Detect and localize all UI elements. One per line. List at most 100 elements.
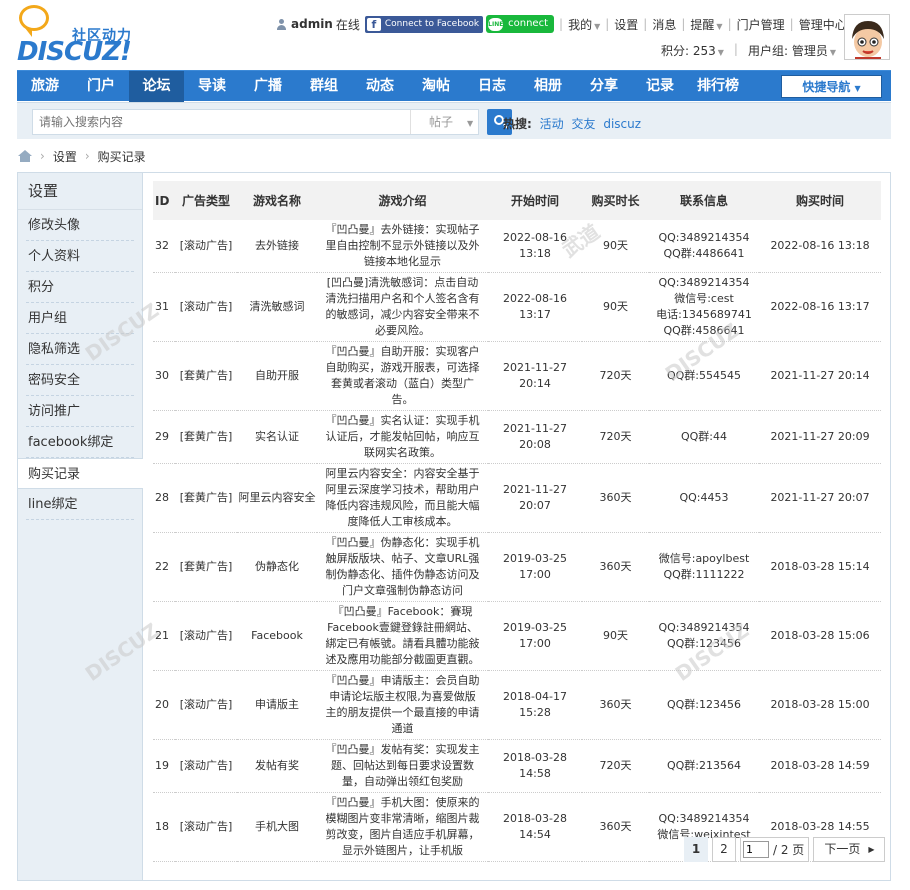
page-1[interactable]: 1 <box>684 837 708 862</box>
sidebar-item-privacy[interactable]: 隐私筛选 <box>18 334 142 365</box>
menu-my[interactable]: 我的 ▼ <box>568 16 600 33</box>
quick-nav-button[interactable]: 快捷导航 ▼ <box>781 75 882 98</box>
settings-sidebar: 设置 修改头像 个人资料 积分 用户组 隐私筛选 密码安全 访问推广 faceb… <box>18 173 143 880</box>
cell-game-desc: 『凹凸曼』自助开服：实现客户自助购买，游戏开服表，可选择套黄或者滚动（蓝白）类型… <box>317 341 488 411</box>
search-input[interactable] <box>33 110 403 134</box>
cell-game-name: 发帖有奖 <box>237 739 317 793</box>
cell-start-time: 2018-04-17 15:28 <box>488 670 582 740</box>
col-game-desc: 游戏介绍 <box>317 181 488 220</box>
cell-id: 32 <box>153 220 175 273</box>
cell-game-desc: 『凹凸曼』手机大图：使原来的模糊图片变非常清晰，缩图片裁剪改变，图片自适应手机屏… <box>317 792 488 862</box>
col-start-time: 开始时间 <box>488 181 582 220</box>
menu-portal-admin[interactable]: 门户管理 <box>737 16 785 33</box>
hot-search: 热搜: 活动 交友 discuz <box>503 115 641 132</box>
breadcrumb-settings[interactable]: 设置 <box>53 148 77 165</box>
cell-id: 22 <box>153 532 175 602</box>
sidebar-item-facebook[interactable]: facebook绑定 <box>18 427 142 458</box>
table-row: 31 [滚动广告] 清洗敏感词 [凹凸曼]清洗敏感词：点击自动清洗扫描用户名和个人签名… <box>153 272 881 342</box>
line-connect-button[interactable]: LINE connect <box>486 15 555 33</box>
cell-duration: 360天 <box>582 532 649 602</box>
table-row: 21 [滚动广告] Facebook 『凹凸曼』Facebook：賽現Facebook… <box>153 601 881 671</box>
breadcrumb: › 设置 › 购买记录 <box>18 148 146 164</box>
usergroup-link[interactable]: 用户组: 管理员 ▼ <box>748 42 836 59</box>
sidebar-item-avatar[interactable]: 修改头像 <box>18 210 142 241</box>
cell-contact: QQ:3489214354 微信号:cest 电话:1345689741 QQ群:45… <box>649 272 759 342</box>
nav-item-share[interactable]: 分享 <box>576 71 632 102</box>
page-jump-input[interactable] <box>743 841 769 858</box>
cell-duration: 720天 <box>582 739 649 793</box>
sidebar-item-promotion[interactable]: 访问推广 <box>18 396 142 427</box>
nav-item-record[interactable]: 记录 <box>632 71 688 102</box>
points-link[interactable]: 积分: 253 ▼ <box>661 42 724 59</box>
nav-item-ranking[interactable]: 排行榜 <box>688 71 748 102</box>
table-row: 30 [套黄广告] 自助开服 『凹凸曼』自助开服：实现客户自助购买，游戏开服表，可选择… <box>153 341 881 411</box>
cell-id: 20 <box>153 670 175 740</box>
page-jump: / 2 页 <box>740 837 810 862</box>
menu-messages[interactable]: 消息 <box>652 16 676 33</box>
cell-contact: QQ群:123456 <box>649 670 759 740</box>
cell-game-desc: 『凹凸曼』去外链接：实现帖子里自由控制不显示外链接以及外链接本地化显示 <box>317 220 488 273</box>
username-link[interactable]: admin <box>291 17 333 31</box>
sidebar-item-line[interactable]: line绑定 <box>18 489 142 520</box>
cell-purchase-time: 2018-03-28 15:14 <box>759 532 881 602</box>
sidebar-item-password[interactable]: 密码安全 <box>18 365 142 396</box>
search-type-select[interactable]: 帖子 ▼ <box>410 110 480 134</box>
cell-duration: 90天 <box>582 272 649 342</box>
cell-duration: 360天 <box>582 463 649 533</box>
cell-ad-type: [套黄广告] <box>175 532 237 602</box>
nav-item-album[interactable]: 相册 <box>520 71 576 102</box>
cell-id: 31 <box>153 272 175 342</box>
main-nav: 旅游 门户 论坛 导读 广播 群组 动态 淘帖 日志 相册 分享 记录 排行榜 … <box>17 70 891 102</box>
table-row: 19 [滚动广告] 发帖有奖 『凹凸曼』发帖有奖：实现发主题、回帖达到每日要求设置数量… <box>153 739 881 793</box>
sidebar-item-purchase-records[interactable]: 购买记录 <box>18 458 143 489</box>
nav-item-guide[interactable]: 导读 <box>184 71 240 102</box>
hot-link-activity[interactable]: 活动 <box>540 117 564 131</box>
menu-reminders[interactable]: 提醒 ▼ <box>690 16 722 33</box>
page-2[interactable]: 2 <box>712 837 736 862</box>
nav-item-feed[interactable]: 动态 <box>352 71 408 102</box>
avatar[interactable] <box>844 14 890 60</box>
cell-ad-type: [套黄广告] <box>175 341 237 411</box>
logo-bubble-icon <box>19 5 49 37</box>
nav-item-broadcast[interactable]: 广播 <box>240 71 296 102</box>
nav-item-groups[interactable]: 群组 <box>296 71 352 102</box>
hot-link-discuz[interactable]: discuz <box>603 117 641 131</box>
cell-game-desc: 『凹凸曼』发帖有奖：实现发主题、回帖达到每日要求设置数量，自动弹出领红包奖励 <box>317 739 488 793</box>
menu-admin-center[interactable]: 管理中心 <box>799 16 847 33</box>
nav-item-portal[interactable]: 门户 <box>73 71 129 102</box>
cell-start-time: 2022-08-16 13:17 <box>488 272 582 342</box>
cell-duration: 90天 <box>582 601 649 671</box>
next-page-button[interactable]: 下一页 ▶ <box>813 837 886 862</box>
nav-item-blog[interactable]: 日志 <box>464 71 520 102</box>
breadcrumb-current: 购买记录 <box>97 149 146 164</box>
nav-item-travel[interactable]: 旅游 <box>17 71 73 102</box>
cell-ad-type: [滚动广告] <box>175 670 237 740</box>
nav-item-forum[interactable]: 论坛 <box>129 71 184 102</box>
table-row: 32 [滚动广告] 去外链接 『凹凸曼』去外链接：实现帖子里自由控制不显示外链接以及外… <box>153 220 881 273</box>
col-purchase-time: 购买时间 <box>759 181 881 220</box>
menu-settings[interactable]: 设置 <box>614 16 638 33</box>
facebook-connect-button[interactable]: f Connect to Facebook <box>364 15 484 33</box>
line-connect-label: connect <box>508 18 549 29</box>
cell-contact: QQ群:213564 <box>649 739 759 793</box>
pagination: 1 2 / 2 页 下一页▶ <box>684 837 886 862</box>
sidebar-item-credits[interactable]: 积分 <box>18 272 142 303</box>
cell-ad-type: [套黄广告] <box>175 410 237 464</box>
cell-purchase-time: 2021-11-27 20:09 <box>759 410 881 464</box>
cell-start-time: 2021-11-27 20:07 <box>488 463 582 533</box>
sidebar-item-usergroup[interactable]: 用户组 <box>18 303 142 334</box>
nav-item-collection[interactable]: 淘帖 <box>408 71 464 102</box>
cell-start-time: 2018-03-28 14:54 <box>488 792 582 862</box>
hot-link-friends[interactable]: 交友 <box>571 117 595 131</box>
cell-ad-type: [套黄广告] <box>175 463 237 533</box>
home-icon[interactable] <box>18 150 32 162</box>
cell-game-name: 去外链接 <box>237 220 317 273</box>
cell-start-time: 2021-11-27 20:08 <box>488 410 582 464</box>
cell-game-desc: 『凹凸曼』申请版主：会员自助申请论坛版主权限,为喜爱做版主的朋友提供一个最直接的… <box>317 670 488 740</box>
cell-start-time: 2019-03-25 17:00 <box>488 601 582 671</box>
site-logo[interactable]: 社区动力 DISCUZ! <box>17 5 147 67</box>
cell-game-desc: 『凹凸曼』伪静态化：实现手机触屏版版块、帖子、文章URL强制伪静态化、插件伪静态… <box>317 532 488 602</box>
chevron-down-icon: ▼ <box>829 48 836 57</box>
sidebar-item-profile[interactable]: 个人资料 <box>18 241 142 272</box>
cell-game-name: 实名认证 <box>237 410 317 464</box>
